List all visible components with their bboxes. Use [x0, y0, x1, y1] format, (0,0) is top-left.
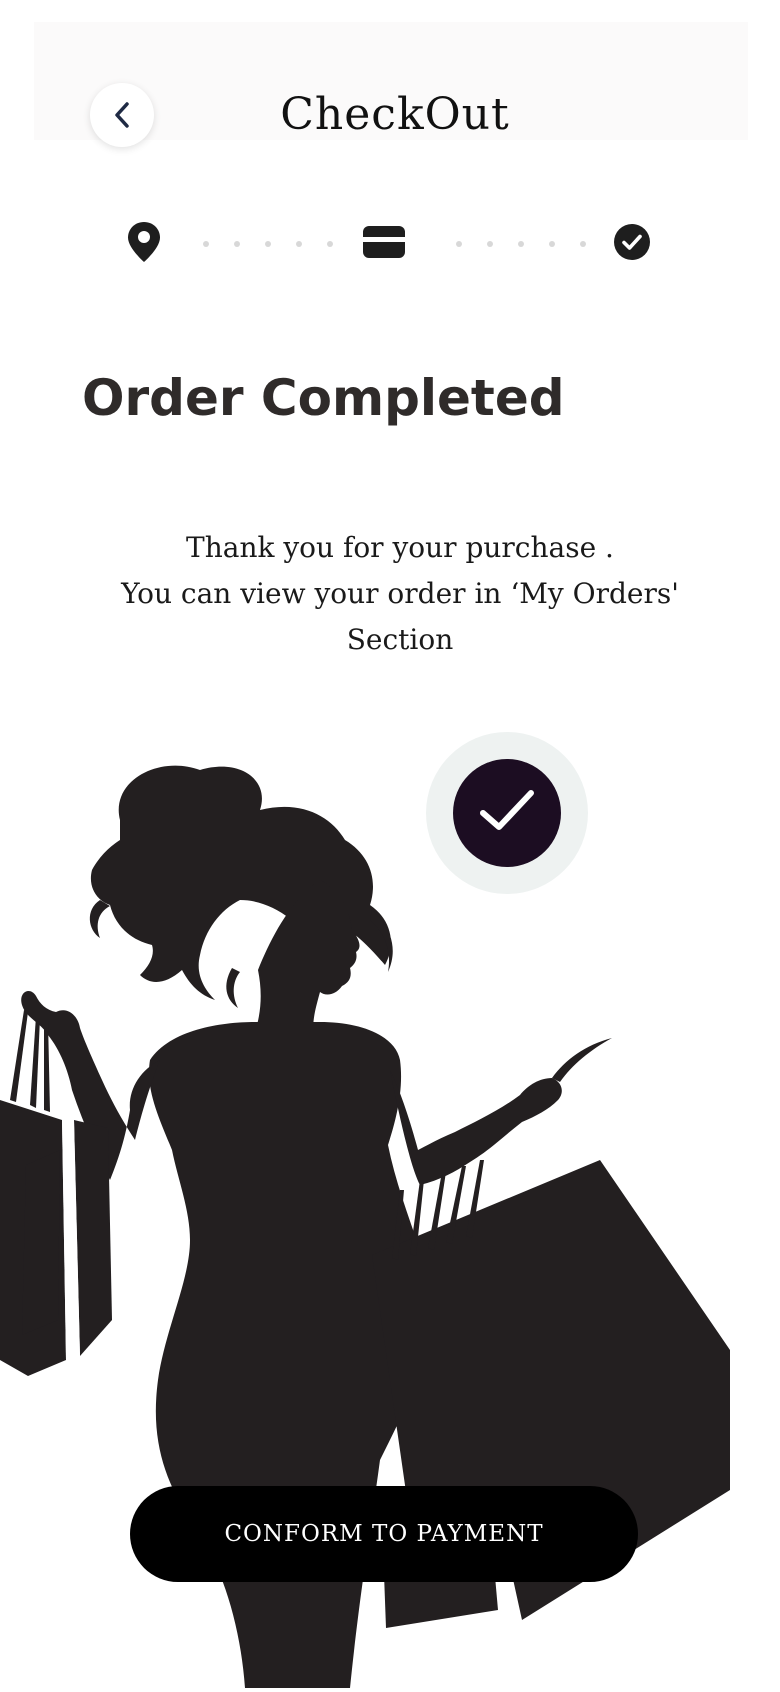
order-completed-heading: Order Completed [82, 369, 565, 427]
conform-to-payment-button[interactable]: CONFORM TO PAYMENT [130, 1486, 638, 1582]
step-connector-2 [456, 241, 586, 247]
back-button[interactable] [90, 83, 154, 147]
step-complete [612, 224, 652, 264]
step-payment [360, 224, 408, 264]
credit-card-icon [362, 225, 406, 263]
message-line: Section [346, 623, 454, 656]
success-badge [426, 732, 588, 894]
checkmark-icon [477, 787, 537, 839]
location-pin-icon [126, 220, 162, 268]
confirmation-message: Thank you for your purchase . You can vi… [110, 525, 690, 663]
chevron-left-icon [111, 100, 133, 130]
step-shipping [122, 220, 166, 268]
success-badge-inner [453, 759, 561, 867]
page-title: CheckOut [280, 89, 510, 140]
message-line: You can view your order in ‘My Orders' [121, 577, 679, 610]
message-line: Thank you for your purchase . [186, 531, 614, 564]
check-circle-icon [613, 223, 651, 265]
checkout-screen: CheckOut Order Completed Thank you for y… [0, 0, 780, 1688]
step-connector-1 [203, 241, 333, 247]
